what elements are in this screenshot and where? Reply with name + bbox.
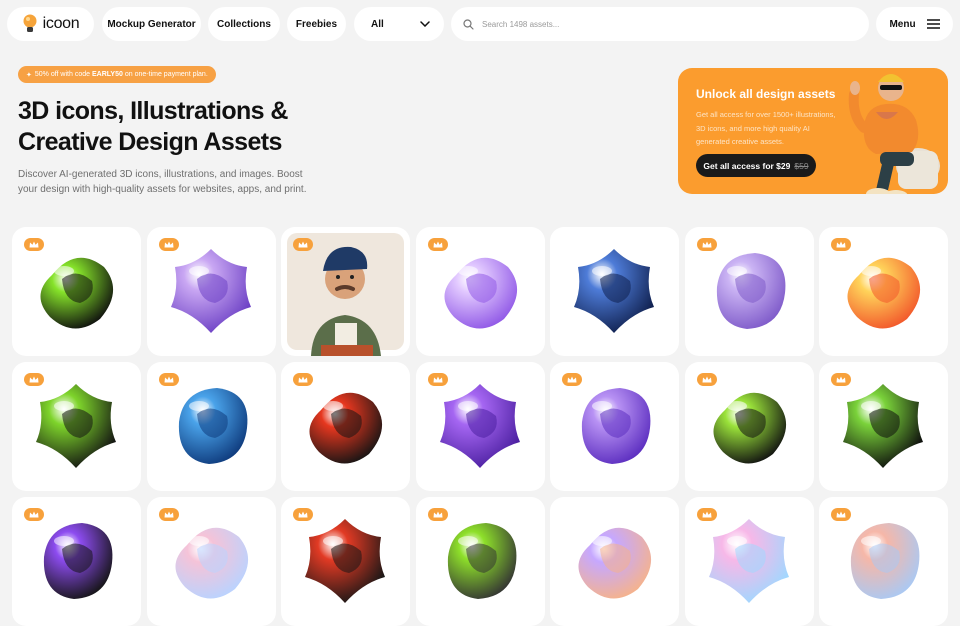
old-price: $59 (794, 160, 809, 171)
asset-card[interactable] (281, 362, 410, 491)
asset-card[interactable] (415, 362, 545, 491)
premium-crown-badge (696, 373, 717, 386)
premium-crown-badge (24, 238, 44, 251)
page-title-line-2: Creative Design Assets (18, 128, 282, 156)
premium-crown-badge (293, 373, 313, 386)
get-all-access-label: Get all access for $29 (703, 160, 791, 171)
asset-card[interactable] (415, 227, 545, 356)
nav-collections[interactable]: Collections (208, 7, 280, 41)
unlock-banner: Unlock all design assets Get all access … (678, 68, 948, 194)
asset-card[interactable] (684, 362, 814, 491)
crown-icon (29, 376, 39, 383)
premium-crown-badge (427, 373, 448, 386)
lightbulb-logo-icon (23, 14, 37, 32)
crown-icon (702, 376, 711, 383)
premium-crown-badge (158, 508, 179, 521)
premium-crown-badge (696, 238, 717, 251)
asset-card[interactable] (819, 497, 948, 626)
asset-card[interactable] (684, 497, 814, 626)
crown-icon (29, 511, 39, 518)
asset-card[interactable] (684, 227, 814, 356)
page-title: 3D icons, Illustrations & Creative Desig… (18, 96, 348, 158)
nav-freebies[interactable]: Freebies (287, 7, 346, 41)
premium-crown-badge (158, 373, 179, 386)
crown-icon (164, 241, 173, 248)
promo-prefix: 50% off with code (34, 71, 91, 78)
hero-description: Discover AI-generated 3D icons, illustra… (18, 169, 307, 195)
banner-description: Get all access for over 1500+ illustrati… (696, 110, 836, 146)
asset-card[interactable] (12, 362, 141, 491)
asset-card[interactable] (12, 497, 141, 626)
crown-icon (298, 376, 308, 383)
asset-card[interactable] (819, 227, 948, 356)
crown-icon (433, 241, 442, 248)
crown-icon (298, 241, 308, 248)
crown-icon (433, 376, 442, 383)
crown-icon (702, 511, 711, 518)
nav-mockup-generator[interactable]: Mockup Generator (102, 7, 201, 41)
get-all-access-button[interactable]: Get all access for $29 $59 (696, 154, 816, 177)
premium-crown-badge (293, 238, 313, 251)
asset-card[interactable] (281, 227, 410, 356)
crown-icon (836, 376, 846, 383)
premium-crown-badge (427, 508, 448, 521)
hamburger-icon (926, 19, 940, 29)
premium-crown-badge (24, 373, 44, 386)
category-select[interactable]: All (354, 7, 444, 41)
promo-suffix: on one-time payment plan. (124, 71, 208, 78)
premium-crown-badge (24, 508, 44, 521)
menu-button[interactable]: Menu (876, 7, 953, 41)
iridescent-orb-render (578, 527, 652, 599)
asset-card[interactable] (819, 362, 948, 491)
page-title-line-1: 3D icons, Illustrations & (18, 97, 288, 125)
crown-icon (836, 511, 846, 518)
sparkle-icon: ✦ (26, 71, 32, 79)
crown-icon (164, 376, 173, 383)
asset-card[interactable] (550, 227, 679, 356)
logo[interactable]: icoon (7, 7, 94, 41)
premium-crown-badge (696, 508, 717, 521)
asset-card[interactable] (415, 497, 545, 626)
asset-card[interactable] (146, 497, 276, 626)
search-placeholder: Search 1498 assets... (482, 19, 560, 29)
premium-crown-badge (831, 373, 851, 386)
premium-crown-badge (831, 508, 851, 521)
premium-crown-badge (293, 508, 313, 521)
premium-crown-badge (562, 373, 582, 386)
category-select-value: All (371, 18, 384, 30)
promo-code: EARLY50 (92, 71, 123, 78)
premium-crown-badge (427, 238, 448, 251)
asset-card[interactable] (281, 497, 410, 626)
promo-badge[interactable]: ✦ 50% off with code EARLY50 on one-time … (18, 66, 216, 83)
crown-icon (29, 241, 39, 248)
asset-card[interactable] (550, 362, 679, 491)
crown-icon (567, 376, 577, 383)
premium-crown-badge (831, 238, 851, 251)
logo-text: icoon (42, 15, 80, 32)
character-illustration (848, 74, 940, 194)
menu-label: Menu (889, 18, 916, 30)
search-input[interactable]: Search 1498 assets... (451, 7, 869, 41)
asset-card[interactable] (550, 497, 679, 626)
premium-crown-badge (158, 238, 179, 251)
crown-icon (836, 241, 846, 248)
asset-card[interactable] (146, 362, 276, 491)
crown-icon (164, 511, 173, 518)
crown-icon (298, 511, 308, 518)
top-navigation: icoon Mockup Generator Collections Freeb… (0, 0, 960, 48)
crown-icon (702, 241, 711, 248)
asset-card[interactable] (12, 227, 141, 356)
chevron-down-icon (420, 21, 430, 27)
navy-ribbon-knot-render (574, 249, 654, 333)
asset-card[interactable] (146, 227, 276, 356)
search-icon (463, 18, 474, 30)
banner-title: Unlock all design assets (696, 87, 836, 101)
crown-icon (433, 511, 442, 518)
